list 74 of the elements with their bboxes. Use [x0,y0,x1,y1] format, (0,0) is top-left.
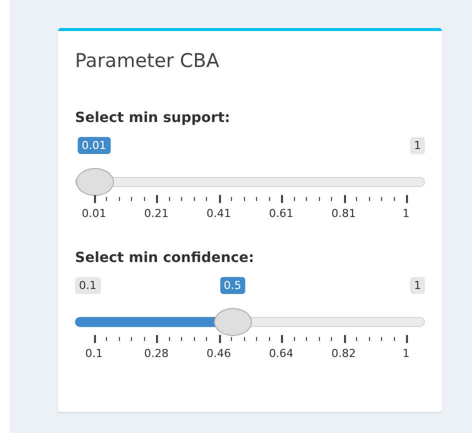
max-label: 1 [410,137,425,154]
major-tick [218,335,221,343]
panel-title: Parameter CBA [75,49,220,73]
major-tick [344,195,346,203]
tick-label: 0.28 [144,347,169,360]
minor-tick [368,337,370,341]
slider-label: Select min confidence: [75,249,254,267]
minor-tick [206,337,208,341]
minor-tick [106,337,108,341]
minor-tick [118,337,120,341]
minor-tick [294,197,295,201]
minor-tick [181,337,182,341]
minor-tick [118,197,120,201]
major-tick [406,195,408,203]
minor-tick [231,337,232,341]
min-label: 0.1 [75,277,100,294]
major-tick [94,195,96,203]
slider-thumb[interactable] [76,168,114,196]
minor-tick [256,197,258,201]
minor-tick [394,197,395,201]
minor-tick [244,197,245,201]
major-tick [156,195,158,203]
minor-tick [194,197,195,201]
minor-tick [306,197,308,201]
minor-tick [168,337,170,341]
major-tick [218,195,221,203]
minor-tick [131,197,132,201]
major-tick [344,335,346,343]
minor-tick [318,337,320,341]
tick-label: 0.21 [144,207,169,220]
major-tick [281,335,284,343]
minor-tick [181,197,182,201]
minor-tick [268,197,270,201]
minor-tick [231,197,232,201]
slider-thumb[interactable] [214,308,252,336]
minor-tick [394,337,395,341]
minor-tick [381,337,382,341]
minor-tick [306,337,308,341]
major-tick [406,335,408,343]
minor-tick [206,197,208,201]
major-tick [156,335,158,343]
tick-label: 1 [402,347,410,360]
minor-tick [294,337,295,341]
minor-tick [131,337,132,341]
minor-tick [256,337,258,341]
minor-tick [356,337,358,341]
minor-tick [368,197,370,201]
minor-tick [144,337,145,341]
minor-tick [268,337,270,341]
minor-tick [194,337,195,341]
tick-label: 0.61 [268,207,294,220]
minor-tick [318,197,320,201]
minor-tick [168,197,170,201]
tick-label: 0.81 [331,207,356,220]
minor-tick [244,337,245,341]
minor-tick [331,337,332,341]
tick-label: 0.46 [206,347,232,360]
major-tick [281,195,284,203]
tick-label: 0.41 [206,207,232,220]
minor-tick [144,197,145,201]
minor-tick [381,197,382,201]
value-label: 0.5 [220,277,246,294]
tick-label: 0.01 [82,207,106,220]
value-label: 0.01 [78,137,110,154]
max-label: 1 [410,277,425,294]
tick-label: 0.64 [268,347,294,360]
major-tick [94,335,96,343]
tick-label: 0.82 [331,347,356,360]
slider-label: Select min support: [75,109,230,127]
tick-label: 0.1 [85,347,103,360]
minor-tick [356,197,358,201]
minor-tick [106,197,108,201]
minor-tick [331,197,332,201]
tick-label: 1 [402,207,410,220]
